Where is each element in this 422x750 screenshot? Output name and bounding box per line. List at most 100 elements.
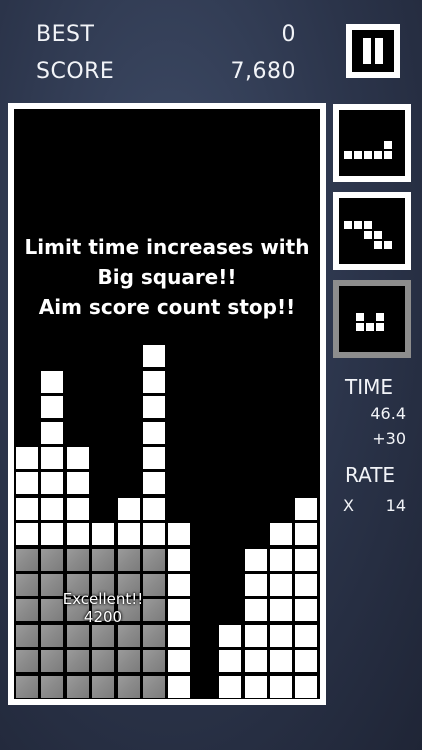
- next-piece-1: [333, 104, 411, 182]
- block: [66, 472, 89, 495]
- block: [270, 523, 292, 546]
- block: [16, 497, 38, 520]
- mini-block: [374, 241, 382, 249]
- cleared-block: [66, 624, 89, 647]
- cleared-block: [92, 675, 115, 698]
- cleared-block: [117, 548, 140, 571]
- cleared-block: [16, 548, 38, 571]
- cleared-block: [66, 650, 89, 673]
- pause-icon-bar: [375, 38, 383, 64]
- block: [244, 599, 267, 622]
- block: [16, 472, 38, 495]
- rate-value: 14: [385, 496, 406, 515]
- block: [295, 599, 318, 622]
- block: [219, 650, 242, 673]
- block: [168, 624, 191, 647]
- block: [41, 421, 64, 444]
- next-piece-3: [333, 280, 411, 358]
- block: [143, 370, 165, 393]
- mini-block: [354, 221, 362, 229]
- block: [168, 523, 191, 546]
- pause-icon: [363, 38, 371, 64]
- block: [41, 447, 64, 469]
- cleared-block: [143, 650, 165, 673]
- instruction-line-2: Big square!!: [97, 265, 237, 289]
- bonus-points: 4200: [83, 608, 123, 626]
- mini-block: [366, 323, 374, 331]
- cleared-block: [143, 624, 165, 647]
- cleared-block: [92, 650, 115, 673]
- block: [244, 574, 267, 596]
- best-value: 0: [281, 22, 296, 47]
- mini-block: [374, 231, 382, 239]
- mini-block: [384, 241, 392, 249]
- instruction-line-1: Limit time increases with: [24, 235, 310, 259]
- cleared-block: [66, 548, 89, 571]
- block: [143, 447, 165, 469]
- block: [270, 675, 292, 698]
- mini-block: [384, 141, 392, 149]
- mini-block: [374, 151, 382, 159]
- game-board[interactable]: Limit time increases with Big square!! A…: [8, 103, 326, 705]
- block: [41, 472, 64, 495]
- cleared-block: [117, 650, 140, 673]
- best-label: BEST: [36, 22, 95, 47]
- block: [219, 624, 242, 647]
- block: [270, 599, 292, 622]
- cleared-block: [66, 675, 89, 698]
- mini-block: [356, 313, 364, 321]
- block: [244, 548, 267, 571]
- pause-button[interactable]: [346, 24, 400, 78]
- block: [143, 472, 165, 495]
- score-value: 7,680: [230, 59, 296, 84]
- block: [295, 624, 318, 647]
- mini-block: [384, 151, 392, 159]
- block: [295, 523, 318, 546]
- mini-block: [364, 221, 372, 229]
- block: [117, 523, 140, 546]
- bonus-text: Excellent!!: [62, 590, 144, 608]
- block: [270, 624, 292, 647]
- cleared-block: [92, 548, 115, 571]
- block: [168, 650, 191, 673]
- block: [270, 548, 292, 571]
- block: [168, 675, 191, 698]
- mini-block: [344, 151, 352, 159]
- cleared-block: [16, 675, 38, 698]
- block: [244, 650, 267, 673]
- mini-block: [354, 151, 362, 159]
- cleared-block: [143, 548, 165, 571]
- block: [41, 396, 64, 419]
- block: [295, 675, 318, 698]
- mini-block: [364, 151, 372, 159]
- block: [295, 574, 318, 596]
- block: [143, 497, 165, 520]
- rate-label: RATE: [345, 463, 396, 487]
- mini-block: [356, 323, 364, 331]
- block: [41, 370, 64, 393]
- cleared-block: [41, 548, 64, 571]
- mini-block: [364, 231, 372, 239]
- block: [295, 650, 318, 673]
- cleared-block: [41, 650, 64, 673]
- block: [295, 497, 318, 520]
- block: [244, 624, 267, 647]
- block: [143, 345, 165, 368]
- block: [41, 497, 64, 520]
- block: [41, 523, 64, 546]
- time-value: 46.4: [370, 404, 406, 423]
- next-piece-2: [333, 192, 411, 270]
- time-label: TIME: [345, 375, 394, 399]
- cleared-block: [41, 624, 64, 647]
- block: [16, 523, 38, 546]
- block: [219, 675, 242, 698]
- cleared-block: [117, 624, 140, 647]
- score-label: SCORE: [36, 59, 115, 84]
- mini-block: [376, 313, 384, 321]
- block: [270, 574, 292, 596]
- block: [16, 447, 38, 469]
- block: [66, 523, 89, 546]
- mini-block: [344, 221, 352, 229]
- cleared-block: [41, 675, 64, 698]
- time-bonus: +30: [372, 429, 406, 448]
